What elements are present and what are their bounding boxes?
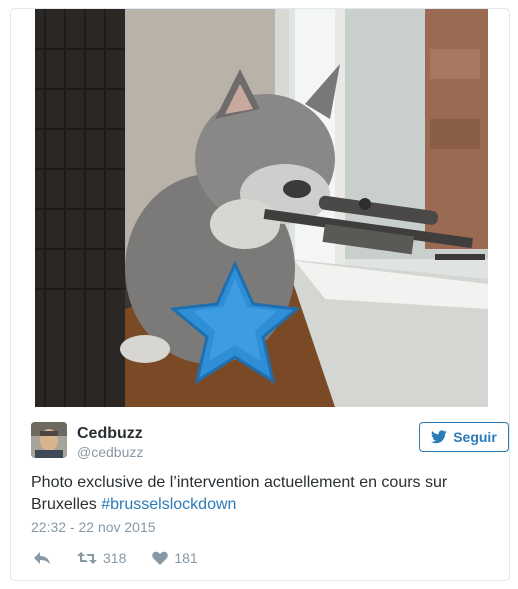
- like-button[interactable]: 181: [152, 550, 198, 566]
- follow-label: Seguir: [453, 429, 497, 445]
- heart-icon: [152, 551, 169, 565]
- author-name[interactable]: Cedbuzz: [77, 425, 143, 443]
- hashtag-link[interactable]: #brusselslockdown: [101, 496, 236, 513]
- tweet-timestamp[interactable]: 22:32 - 22 nov 2015: [31, 519, 156, 535]
- tweet-body: Photo exclusive de l’intervention actuel…: [31, 474, 448, 513]
- retweet-button[interactable]: 318: [77, 550, 126, 566]
- kitten-photo-image: [35, 9, 488, 407]
- tweet-actions: 318 181: [33, 548, 224, 568]
- avatar[interactable]: [31, 422, 67, 458]
- reply-icon: [34, 552, 50, 564]
- tweet-text: Photo exclusive de l’intervention actuel…: [31, 472, 481, 516]
- tweet-author: Cedbuzz @cedbuzz Seguir: [31, 422, 509, 462]
- retweet-count: 318: [103, 550, 127, 566]
- author-handle[interactable]: @cedbuzz: [77, 444, 143, 460]
- follow-button[interactable]: Seguir: [419, 422, 509, 452]
- twitter-bird-icon: [431, 430, 447, 444]
- reply-button[interactable]: [33, 551, 51, 565]
- user-avatar-icon: [31, 422, 67, 458]
- tweet-photo[interactable]: [35, 9, 488, 407]
- like-count: 181: [174, 550, 198, 566]
- tweet-card: Cedbuzz @cedbuzz Seguir Photo exclusive …: [10, 8, 510, 581]
- retweet-icon: [77, 552, 97, 564]
